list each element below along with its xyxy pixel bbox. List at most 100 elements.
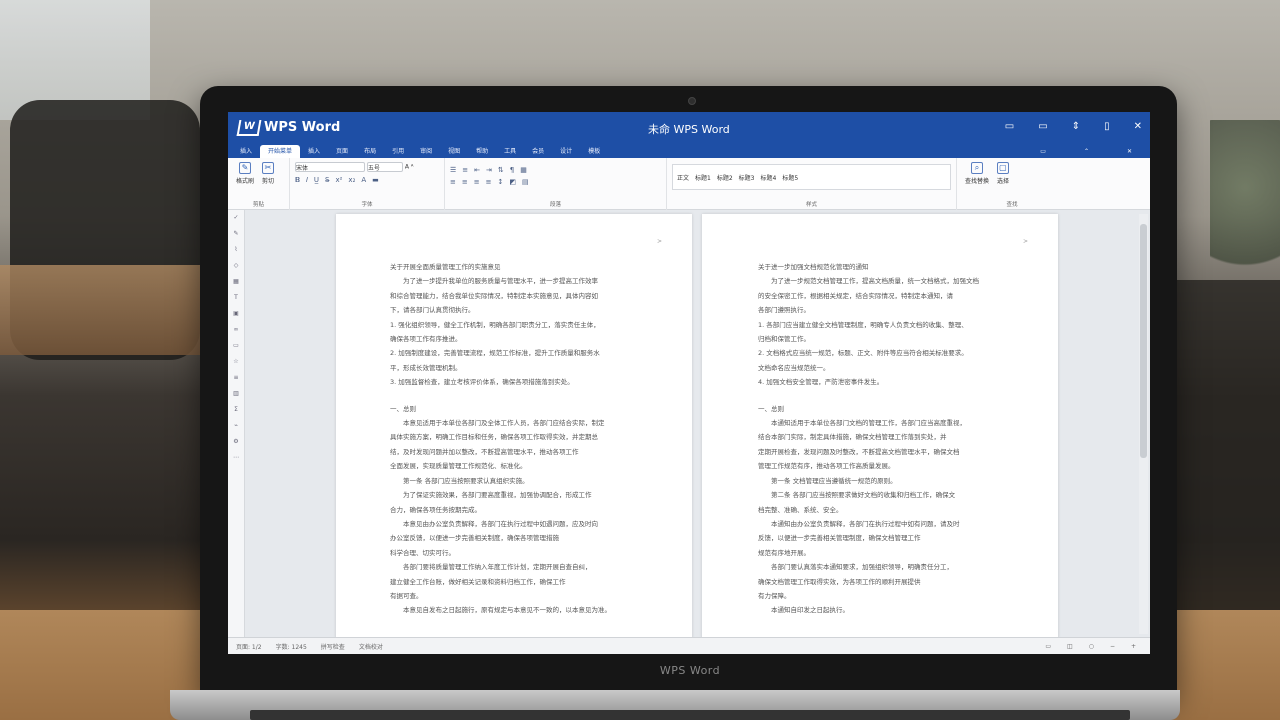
app-logo[interactable]: W WPS Word: [236, 119, 340, 136]
more-icon[interactable]: ⋯: [233, 454, 239, 461]
style-h2[interactable]: 标题2: [717, 173, 733, 182]
chart-icon[interactable]: ▥: [233, 390, 239, 397]
settings-icon[interactable]: ⚙: [233, 438, 238, 445]
web-view-icon[interactable]: ◫: [1067, 643, 1073, 650]
tab-5[interactable]: 引用: [384, 145, 412, 158]
border-icon[interactable]: ▦: [520, 166, 527, 174]
zoom-in-icon[interactable]: +: [1131, 643, 1136, 650]
collapse-icon[interactable]: ⌃: [1076, 145, 1097, 158]
style-h5[interactable]: 标题5: [782, 173, 798, 182]
line-spacing-icon[interactable]: ↕: [498, 178, 504, 186]
comment-icon[interactable]: ▭: [1032, 145, 1054, 158]
zoom-out-icon[interactable]: −: [1110, 643, 1115, 650]
style-h3[interactable]: 标题3: [739, 173, 755, 182]
find-replace-button[interactable]: ⌕ 查找替换: [965, 162, 989, 185]
numbering-icon[interactable]: ≡: [462, 166, 468, 174]
help-icon[interactable]: ✕: [1119, 145, 1140, 158]
document-page-2[interactable]: > 关于进一步加强文档规范化管理的通知 为了进一步规范文档管理工作，提高文档质量…: [702, 214, 1058, 639]
subscript-icon[interactable]: x₂: [348, 176, 355, 185]
underline-icon[interactable]: U̲: [314, 176, 319, 185]
table-icon[interactable]: ▤: [522, 178, 529, 186]
italic-icon[interactable]: 𝐼: [306, 176, 308, 185]
align-left-icon[interactable]: ≡: [450, 178, 456, 186]
strike-icon[interactable]: S̶: [325, 176, 329, 185]
scroll-thumb[interactable]: [1140, 224, 1147, 458]
star-icon[interactable]: ☆: [233, 358, 238, 365]
document-page-1[interactable]: > 关于开展全面质量管理工作的实施意见 为了进一步提升我单位的服务质量与管理水平…: [336, 214, 692, 639]
grow-font-icon[interactable]: A: [405, 164, 409, 171]
font-color-icon[interactable]: A: [361, 176, 366, 185]
doc-line: 的安全保密工作，根据相关规定，结合实际情况，特制定本通知，请: [758, 291, 953, 300]
skin-icon[interactable]: ▭: [1005, 121, 1014, 132]
font-name-combo[interactable]: 宋体: [295, 162, 365, 172]
tab-8[interactable]: 帮助: [468, 145, 496, 158]
doc-line: 1. 各部门应当建立健全文档管理制度，明确专人负责文档的收集、整理、: [758, 320, 968, 329]
link-icon[interactable]: ∞: [234, 326, 239, 333]
pen-icon[interactable]: ✎: [233, 230, 238, 237]
tab-4[interactable]: 布局: [356, 145, 384, 158]
tab-3[interactable]: 页面: [328, 145, 356, 158]
align-center-icon[interactable]: ≡: [462, 178, 468, 186]
doc-line: 为了进一步规范文档管理工作，提高文档质量，统一文档格式，加强文档: [771, 277, 979, 286]
status-page[interactable]: 页面: 1/2: [236, 642, 262, 651]
font-size-combo[interactable]: 五号: [366, 162, 403, 172]
style-h1[interactable]: 标题1: [695, 173, 711, 182]
doc-line: 4. 加强文档安全管理，严防泄密事件发生。: [758, 378, 884, 387]
style-normal[interactable]: 正文: [677, 173, 689, 182]
image-icon[interactable]: ▣: [233, 310, 239, 317]
doc-line: 下，请各部门认真贯彻执行。: [390, 306, 475, 315]
tab-9[interactable]: 工具: [496, 145, 524, 158]
shading-icon[interactable]: ◩: [509, 178, 516, 186]
shrink-font-icon[interactable]: ᴬ: [411, 164, 414, 171]
vertical-scrollbar[interactable]: [1139, 214, 1148, 634]
cut-button[interactable]: ✂ 剪切: [261, 162, 274, 185]
find-icon: ⌕: [971, 162, 983, 174]
print-view-icon[interactable]: ▭: [1045, 643, 1051, 650]
indent-icon[interactable]: ⇥: [486, 166, 492, 174]
doc-line: 全面发展，实现质量管理工作规范化、标准化。: [390, 462, 527, 471]
select-button[interactable]: ▢ 选择: [996, 162, 1009, 185]
text-icon[interactable]: T: [234, 294, 238, 301]
status-words[interactable]: 字数: 1245: [276, 642, 307, 651]
bold-icon[interactable]: 𝐁: [295, 176, 300, 185]
format-painter-button[interactable]: ✎ 格式刷: [236, 162, 254, 185]
background-furniture: [1170, 280, 1280, 610]
outline-icon[interactable]: ○: [1089, 643, 1094, 650]
show-marks-icon[interactable]: ¶: [510, 166, 514, 174]
pin-icon[interactable]: ▯: [1104, 121, 1110, 132]
style-h4[interactable]: 标题4: [761, 173, 777, 182]
align-right-icon[interactable]: ≡: [474, 178, 480, 186]
outdent-icon[interactable]: ⇤: [474, 166, 480, 174]
tab-0[interactable]: 插入: [232, 145, 260, 158]
superscript-icon[interactable]: x²: [335, 176, 342, 185]
bezel-brand: WPS Word: [659, 664, 721, 677]
tab-7[interactable]: 视图: [440, 145, 468, 158]
status-spell[interactable]: 拼写检查: [321, 642, 345, 651]
bullets-icon[interactable]: ☰: [450, 166, 456, 174]
clip-icon[interactable]: ⌁: [234, 422, 238, 429]
close-icon[interactable]: ✕: [1134, 121, 1142, 132]
sum-icon[interactable]: Σ: [234, 406, 238, 413]
justify-icon[interactable]: ≡: [486, 178, 492, 186]
tab-1[interactable]: 开始菜单: [260, 145, 301, 158]
doc-line: 具体实施方案，明确工作目标和任务，确保各项工作取得实效，并定期总: [390, 433, 598, 442]
status-proof[interactable]: 文档校对: [359, 642, 383, 651]
tab-12[interactable]: 模板: [580, 145, 608, 158]
tab-11[interactable]: 设计: [552, 145, 580, 158]
tab-10[interactable]: 会员: [524, 145, 552, 158]
restore-icon[interactable]: ⇕: [1072, 121, 1080, 132]
nav-icon[interactable]: ✓: [233, 214, 238, 221]
layers-icon[interactable]: ≡: [233, 374, 238, 381]
menu-right-icons: ▭ ⌃ ✕: [1032, 145, 1140, 158]
sort-icon[interactable]: ⇅: [498, 166, 504, 174]
brush-tool-icon[interactable]: ⌇: [235, 246, 238, 253]
doc-line: 关于进一步加强文档规范化管理的通知: [758, 263, 869, 271]
tab-6[interactable]: 审阅: [412, 145, 440, 158]
shape-icon[interactable]: ◇: [234, 262, 239, 269]
highlight-icon[interactable]: ▬: [372, 176, 379, 185]
tab-2[interactable]: 插入: [300, 145, 328, 158]
doc-line: 反馈，以便进一步完善相关管理制度，确保文档管理工作: [758, 534, 921, 543]
comment-tool-icon[interactable]: ▭: [233, 342, 239, 349]
grid-icon[interactable]: ▦: [233, 278, 239, 285]
minimize-icon[interactable]: ▭: [1038, 121, 1047, 132]
